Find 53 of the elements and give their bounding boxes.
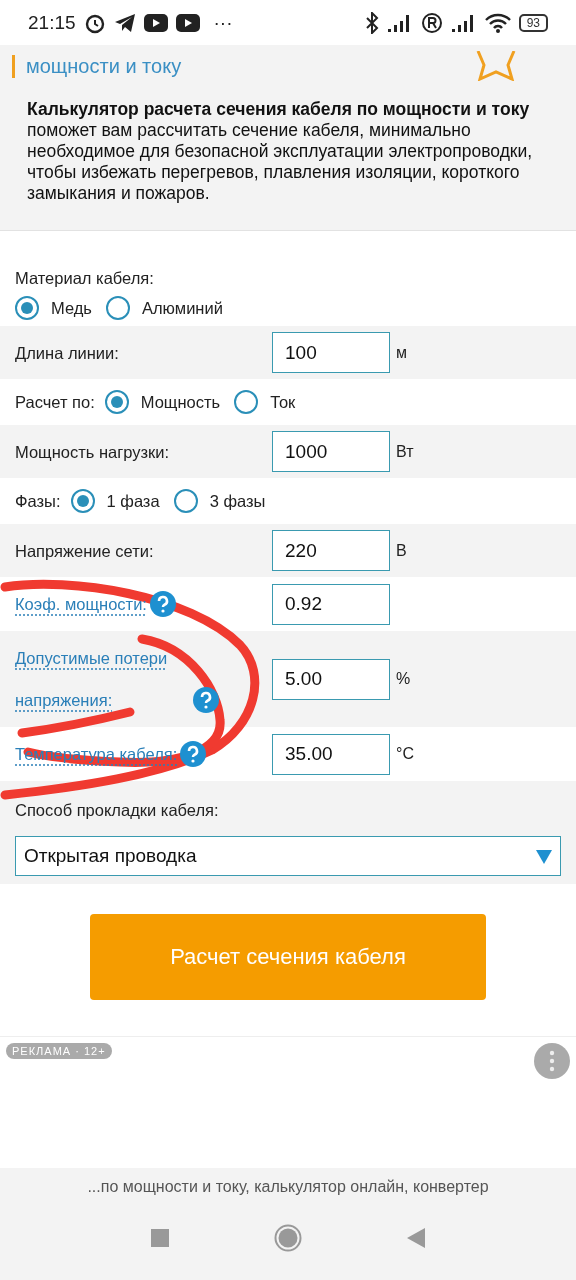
play-icon xyxy=(143,13,168,32)
dropdown-arrow-icon xyxy=(536,848,552,864)
help-link[interactable]: Допустимые потери напряжения: xyxy=(15,637,190,721)
help-icon[interactable] xyxy=(149,591,176,617)
dropdown-select[interactable]: Открытая проводка xyxy=(15,836,561,876)
radio-button[interactable] xyxy=(105,296,130,320)
radio-button[interactable] xyxy=(104,390,129,414)
unit-label: % xyxy=(396,670,411,688)
radio-option[interactable]: Медь xyxy=(15,296,92,320)
more-indicator: ··· xyxy=(213,11,233,34)
play-icon xyxy=(175,13,200,32)
unit-label: Вт xyxy=(396,442,414,461)
radio-option[interactable]: Ток xyxy=(234,390,296,414)
more-options-icon[interactable] xyxy=(534,1043,570,1079)
radio-button[interactable] xyxy=(15,296,39,320)
radio-option[interactable]: Алюминий xyxy=(105,296,223,320)
field-label: Длина линии: xyxy=(15,342,119,364)
input-field[interactable]: 5.00 xyxy=(272,658,390,700)
roaming-icon xyxy=(420,11,443,34)
unit-label: В xyxy=(396,541,407,560)
field-label: Фазы: xyxy=(15,491,61,511)
ad-badge: РЕКЛАМА · 12+ xyxy=(6,1043,112,1059)
input-field[interactable]: 35.00 xyxy=(272,733,390,775)
radio-button[interactable] xyxy=(70,489,95,513)
radio-button[interactable] xyxy=(234,390,259,414)
input-field[interactable]: 100 xyxy=(272,332,390,373)
field-label: Способ прокладки кабеля: xyxy=(15,801,220,820)
help-link[interactable]: Коэф. мощности: xyxy=(15,583,147,625)
field-label: Мощность нагрузки: xyxy=(15,441,170,463)
battery-level: 93 xyxy=(518,13,548,32)
help-icon[interactable] xyxy=(180,741,207,767)
help-icon[interactable] xyxy=(193,687,219,713)
radio-button[interactable] xyxy=(173,489,198,513)
status-time: 21:15 xyxy=(28,11,76,34)
unit-label: °C xyxy=(396,745,414,763)
back-icon[interactable] xyxy=(407,1228,425,1248)
radio-option[interactable]: 1 фаза xyxy=(70,489,160,513)
radio-option[interactable]: 3 фазы xyxy=(173,489,266,513)
input-field[interactable]: 1000 xyxy=(272,431,390,472)
page-title: мощности и току xyxy=(12,54,182,78)
description-text: Калькулятор расчета сечения кабеля по мощности и току поможет вам рассчитать сечение кабеля, минимально необходимое для безопасной эксплуатации электропроводки, чтобы избежать перегревов, плавления изоляции, короткого замыкания и пожаров. xyxy=(0,89,576,231)
home-icon[interactable] xyxy=(274,1224,302,1252)
field-label: Расчет по: xyxy=(15,392,95,412)
radio-option[interactable]: Мощность xyxy=(104,390,221,414)
page-url-text: ...по мощности и току, калькулятор онлайн, конвертер xyxy=(87,1178,489,1196)
field-label: Материал кабеля: xyxy=(15,269,155,288)
wifi-icon xyxy=(484,12,511,33)
field-label: Напряжение сети: xyxy=(15,540,154,562)
input-field[interactable]: 0.92 xyxy=(272,583,390,625)
input-field[interactable]: 220 xyxy=(272,530,390,571)
paper-plane-icon xyxy=(113,12,136,33)
unit-label: м xyxy=(396,343,407,362)
bluetooth-icon xyxy=(364,11,379,34)
